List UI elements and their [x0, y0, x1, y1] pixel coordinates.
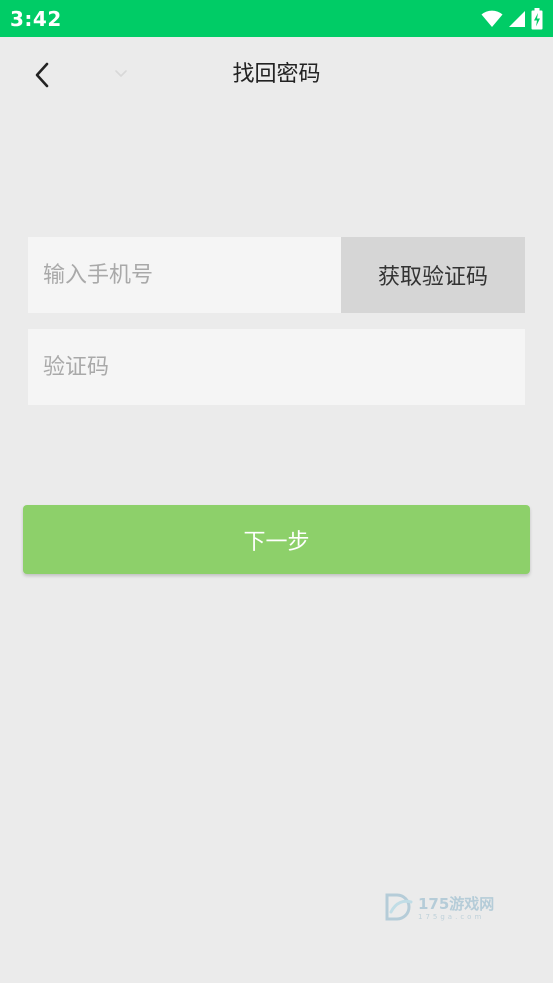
status-icons	[481, 7, 543, 31]
phone-row: 获取验证码	[28, 237, 525, 313]
cellular-signal-icon	[508, 10, 526, 28]
watermark: 175游戏网 175ga.com	[384, 890, 508, 926]
next-step-button[interactable]: 下一步	[23, 505, 530, 574]
phone-input[interactable]	[28, 237, 341, 313]
verification-code-input[interactable]	[28, 329, 525, 405]
battery-charging-icon	[531, 8, 543, 30]
watermark-text: 175游戏网	[418, 895, 495, 913]
wifi-icon	[481, 10, 503, 28]
code-row	[28, 329, 525, 405]
watermark-logo-icon	[384, 892, 414, 926]
status-bar: 3:42	[0, 0, 553, 37]
title-bar: 找回密码	[0, 37, 553, 115]
status-time: 3:42	[10, 7, 62, 31]
watermark-subtext: 175ga.com	[418, 913, 485, 921]
page-title: 找回密码	[232, 62, 321, 87]
get-code-button[interactable]: 获取验证码	[341, 237, 525, 313]
